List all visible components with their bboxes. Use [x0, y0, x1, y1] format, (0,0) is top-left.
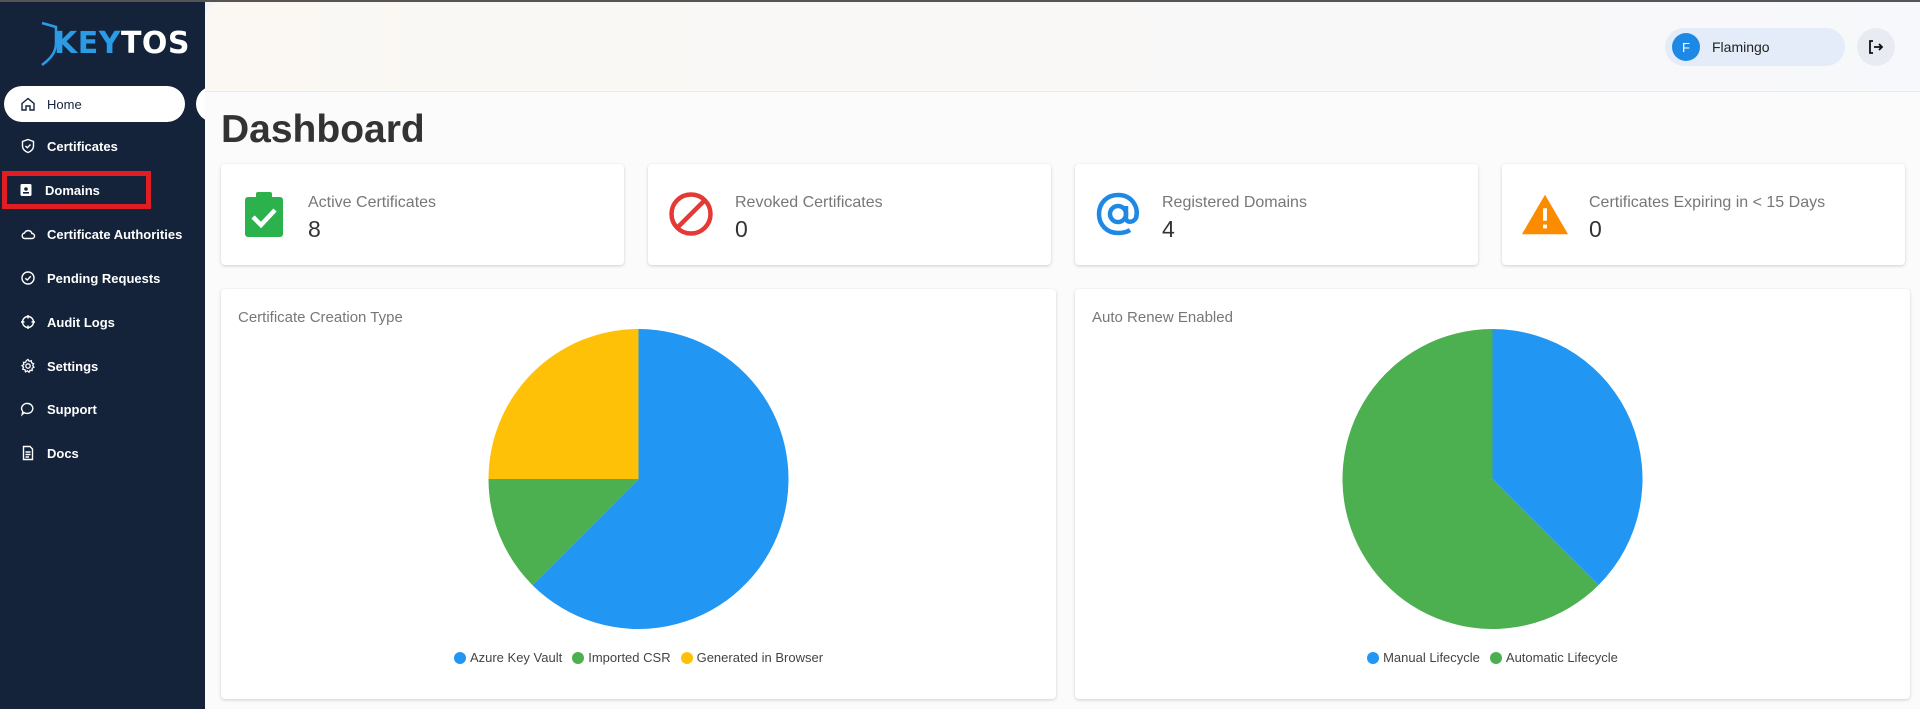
stat-label: Revoked Certificates: [735, 194, 883, 211]
keytos-logo[interactable]: KEYTOS: [38, 18, 190, 68]
stat-value: 0: [1589, 216, 1602, 242]
logout-icon: [1869, 40, 1884, 54]
sidebar-item-docs[interactable]: Docs: [4, 435, 185, 471]
sidebar: KEYTOS Home Certificates Domains Certifi…: [0, 2, 216, 709]
chart-legend: Manual Lifecycle Automatic Lifecycle: [1075, 650, 1910, 665]
pie-chart-auto-renew: [1342, 329, 1643, 629]
sidebar-item-label: Certificates: [47, 138, 118, 154]
sidebar-item-domains[interactable]: Domains: [2, 171, 151, 209]
legend-label: Imported CSR: [588, 650, 671, 665]
user-name: Flamingo: [1712, 39, 1770, 55]
sidebar-item-settings[interactable]: Settings: [4, 348, 185, 384]
legend-label: Generated in Browser: [696, 650, 824, 665]
top-bar: F Flamingo: [205, 2, 1920, 92]
legend-item-generated-in-browser[interactable]: Generated in Browser: [680, 650, 824, 665]
sidebar-item-label: Audit Logs: [47, 314, 115, 330]
pie-slice-generated-in-browser[interactable]: [488, 329, 639, 479]
stat-card-expiring-certificates: Certificates Expiring in < 15 Days 0: [1502, 164, 1905, 265]
legend-item-imported-csr[interactable]: Imported CSR: [572, 650, 671, 665]
avatar: F: [1672, 33, 1700, 61]
sidebar-item-label: Pending Requests: [47, 270, 161, 286]
gear-icon: [19, 357, 37, 375]
legend-label: Manual Lifecycle: [1383, 650, 1480, 665]
shield-check-icon: [19, 137, 37, 155]
stat-label: Active Certificates: [308, 194, 437, 211]
sidebar-item-label: Domains: [45, 182, 100, 198]
legend-dot: [1489, 651, 1502, 664]
sidebar-item-label: Support: [47, 401, 97, 417]
sidebar-item-label: Docs: [47, 445, 79, 461]
page-title: Dashboard: [221, 108, 425, 151]
pie-chart-creation-type: [488, 329, 789, 629]
legend-dot: [1367, 651, 1380, 664]
stat-value: 8: [308, 216, 321, 242]
stat-label: Certificates Expiring in < 15 Days: [1589, 194, 1826, 211]
stat-card-registered-domains: Registered Domains 4: [1075, 164, 1478, 265]
chat-bubble-icon: [19, 400, 37, 418]
legend-label: Automatic Lifecycle: [1505, 650, 1618, 665]
sidebar-item-home[interactable]: Home: [4, 86, 185, 122]
home-icon: [19, 95, 37, 113]
chart-card-auto-renew: Auto Renew Enabled Manual Lifecycle Autom…: [1075, 289, 1910, 699]
legend-label: Azure Key Vault: [469, 650, 563, 665]
legend-dot: [453, 651, 466, 664]
chart-legend: Azure Key Vault Imported CSR Generated in …: [221, 650, 1056, 665]
sidebar-item-certificate-authorities[interactable]: Certificate Authorities: [4, 216, 185, 252]
clipboard-check-icon: [239, 189, 289, 239]
sidebar-item-label: Certificate Authorities: [47, 226, 183, 242]
sidebar-item-label: Home: [47, 96, 82, 112]
sidebar-item-label: Settings: [47, 358, 99, 374]
legend-dot: [572, 651, 585, 664]
legend-item-manual-lifecycle[interactable]: Manual Lifecycle: [1367, 650, 1480, 665]
legend-item-azure-key-vault[interactable]: Azure Key Vault: [453, 650, 563, 665]
crosshair-icon: [19, 313, 37, 331]
warning-triangle-icon: [1520, 189, 1570, 239]
sidebar-item-certificates[interactable]: Certificates: [4, 128, 185, 164]
cloud-icon: [19, 225, 37, 243]
brand-name: KEYTOS: [54, 25, 191, 61]
legend-dot: [680, 651, 693, 664]
stat-card-revoked-certificates: Revoked Certificates 0: [648, 164, 1051, 265]
stat-card-active-certificates: Active Certificates 8: [221, 164, 624, 265]
logout-button[interactable]: [1857, 28, 1895, 66]
sidebar-item-support[interactable]: Support: [4, 391, 185, 427]
stat-label: Registered Domains: [1162, 194, 1307, 211]
legend-item-automatic-lifecycle[interactable]: Automatic Lifecycle: [1489, 650, 1618, 665]
user-menu[interactable]: F Flamingo: [1665, 28, 1845, 66]
sidebar-item-pending-requests[interactable]: Pending Requests: [4, 260, 185, 296]
document-icon: [19, 444, 37, 462]
chart-card-creation-type: Certificate Creation Type Azure Key Vaul…: [221, 289, 1056, 699]
stat-value: 4: [1162, 216, 1175, 242]
stat-value: 0: [735, 216, 748, 242]
at-sign-icon: [1093, 189, 1143, 239]
sidebar-item-audit-logs[interactable]: Audit Logs: [4, 304, 185, 340]
prohibited-icon: [666, 189, 716, 239]
check-circle-icon: [19, 269, 37, 287]
id-badge-icon: [17, 181, 35, 199]
main-content: F Flamingo Dashboard Active Certificates…: [205, 2, 1920, 709]
